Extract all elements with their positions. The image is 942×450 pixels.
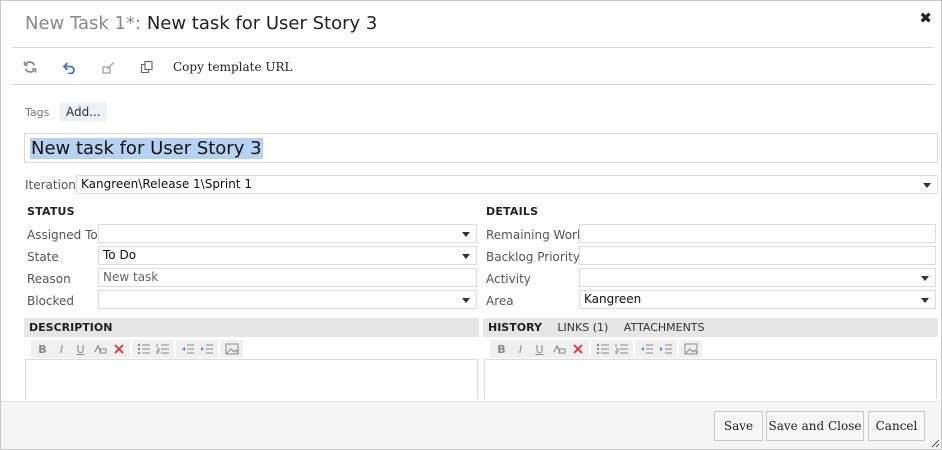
area-select[interactable]: Kangreen <box>579 290 936 309</box>
task-title-text: New task for User Story 3 <box>30 138 263 159</box>
refresh-icon[interactable] <box>22 59 38 75</box>
bold-icon[interactable]: B <box>492 341 511 357</box>
undo-icon[interactable] <box>61 59 77 75</box>
blocked-label: Blocked <box>27 294 75 308</box>
insert-image-icon[interactable] <box>681 341 700 357</box>
bullet-list-icon[interactable] <box>593 341 612 357</box>
underline-icon[interactable]: U <box>71 341 90 357</box>
history-editor[interactable] <box>484 359 937 399</box>
remaining-work-label: Remaining Work <box>486 228 584 242</box>
numbered-list-icon[interactable] <box>153 341 172 357</box>
outdent-icon[interactable] <box>637 341 656 357</box>
insert-image-icon[interactable] <box>222 341 241 357</box>
indent-icon[interactable] <box>197 341 216 357</box>
description-pane-header: DESCRIPTION <box>24 318 479 337</box>
save-and-close-button[interactable]: Save and Close <box>766 411 864 441</box>
dialog-title: New Task 1*: New task for User Story 3 <box>25 13 377 34</box>
history-rte-toolbar: B I U <box>490 340 704 358</box>
state-select[interactable]: To Do <box>98 246 477 265</box>
title-divider <box>12 47 934 48</box>
iteration-select[interactable]: Kangreen\Release 1\Sprint 1 <box>76 175 938 194</box>
indent-icon[interactable] <box>656 341 675 357</box>
remaining-work-field[interactable] <box>579 224 936 243</box>
tab-history[interactable]: HISTORY <box>488 321 542 334</box>
bold-icon[interactable]: B <box>33 341 52 357</box>
copy-icon[interactable] <box>139 59 155 75</box>
activity-select[interactable] <box>579 268 936 287</box>
cancel-button[interactable]: Cancel <box>868 411 925 441</box>
state-label: State <box>27 250 59 264</box>
backlog-priority-field[interactable] <box>579 246 936 265</box>
outdent-icon[interactable] <box>178 341 197 357</box>
area-label: Area <box>486 294 514 308</box>
status-heading: STATUS <box>27 205 75 218</box>
tab-links[interactable]: LINKS (1) <box>557 321 608 334</box>
reason-label: Reason <box>27 272 71 286</box>
italic-icon[interactable]: I <box>52 341 71 357</box>
activity-label: Activity <box>486 272 531 286</box>
dialog-title-name: New task for User Story 3 <box>146 13 378 34</box>
assigned-to-label: Assigned To <box>27 228 98 242</box>
highlight-icon[interactable] <box>549 341 568 357</box>
history-pane-header: HISTORY LINKS (1) ATTACHMENTS <box>483 318 938 337</box>
assigned-to-select[interactable] <box>98 224 477 243</box>
backlog-priority-label: Backlog Priority <box>486 250 580 264</box>
task-title-input[interactable]: New task for User Story 3 <box>24 133 938 163</box>
save-button[interactable]: Save <box>714 411 763 441</box>
blocked-select[interactable] <box>98 290 477 309</box>
resize-grip-icon[interactable] <box>930 438 940 448</box>
tags-label: Tags <box>25 106 50 119</box>
copy-template-url-button[interactable]: Copy template URL <box>173 60 293 74</box>
reason-field[interactable]: New task <box>98 268 477 287</box>
close-icon[interactable]: ✖ <box>919 9 932 27</box>
highlight-icon[interactable] <box>90 341 109 357</box>
underline-icon[interactable]: U <box>530 341 549 357</box>
clear-format-icon[interactable] <box>568 341 587 357</box>
toolbar: Copy template URL <box>22 57 293 77</box>
description-rte-toolbar: B I U <box>31 340 245 358</box>
bullet-list-icon[interactable] <box>134 341 153 357</box>
tab-attachments[interactable]: ATTACHMENTS <box>624 321 705 334</box>
details-heading: DETAILS <box>486 205 539 218</box>
add-tag-button[interactable]: Add... <box>60 103 107 121</box>
edit-icon[interactable] <box>100 59 116 75</box>
italic-icon[interactable]: I <box>511 341 530 357</box>
dialog-title-prefix: New Task 1*: <box>25 13 142 34</box>
toolbar-divider <box>12 84 934 85</box>
description-editor[interactable] <box>25 359 478 399</box>
iteration-label: Iteration <box>25 178 76 192</box>
clear-format-icon[interactable] <box>109 341 128 357</box>
numbered-list-icon[interactable] <box>612 341 631 357</box>
description-heading: DESCRIPTION <box>29 321 113 334</box>
